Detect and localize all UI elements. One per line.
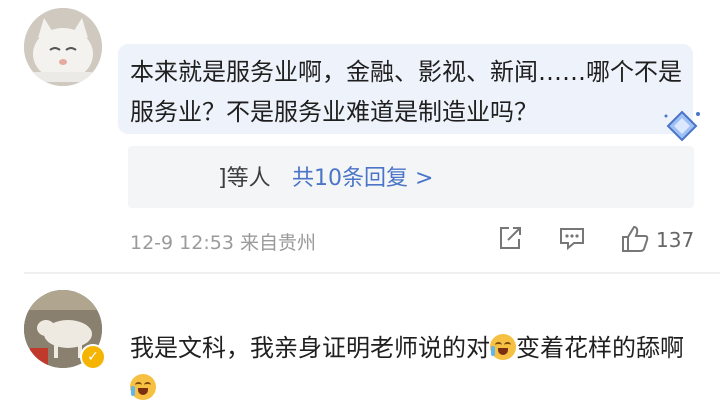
comment-text-part: 我是文科，我亲身证明老师说的对 xyxy=(130,334,490,362)
comment-text: 我是文科，我亲身证明老师说的对 变着花样的舔啊 xyxy=(130,328,700,408)
verified-badge-icon: ✓ xyxy=(80,344,106,370)
thumbs-up-icon[interactable] xyxy=(620,224,650,254)
comment-text: 本来就是服务业啊，金融、影视、新闻……哪个不是服务业？不是服务业难道是制造业吗？ xyxy=(130,58,682,126)
timestamp-location: 12-9 12:53 来自贵州 xyxy=(130,232,316,254)
divider xyxy=(24,272,720,274)
laugh-cry-emoji xyxy=(490,334,516,360)
avatar[interactable] xyxy=(24,8,102,86)
comment-text-part: 变着花样的舔啊 xyxy=(516,334,684,362)
replies-users: ]等人 xyxy=(218,166,271,191)
like-count: 137 xyxy=(656,228,695,252)
comment-icon[interactable] xyxy=(558,224,586,252)
view-replies-link[interactable]: 共10条回复 > xyxy=(292,160,433,192)
laugh-cry-emoji xyxy=(130,374,156,400)
share-icon[interactable] xyxy=(496,224,524,252)
diamond-sticker-icon xyxy=(664,110,700,142)
cat-avatar-image xyxy=(24,8,102,86)
